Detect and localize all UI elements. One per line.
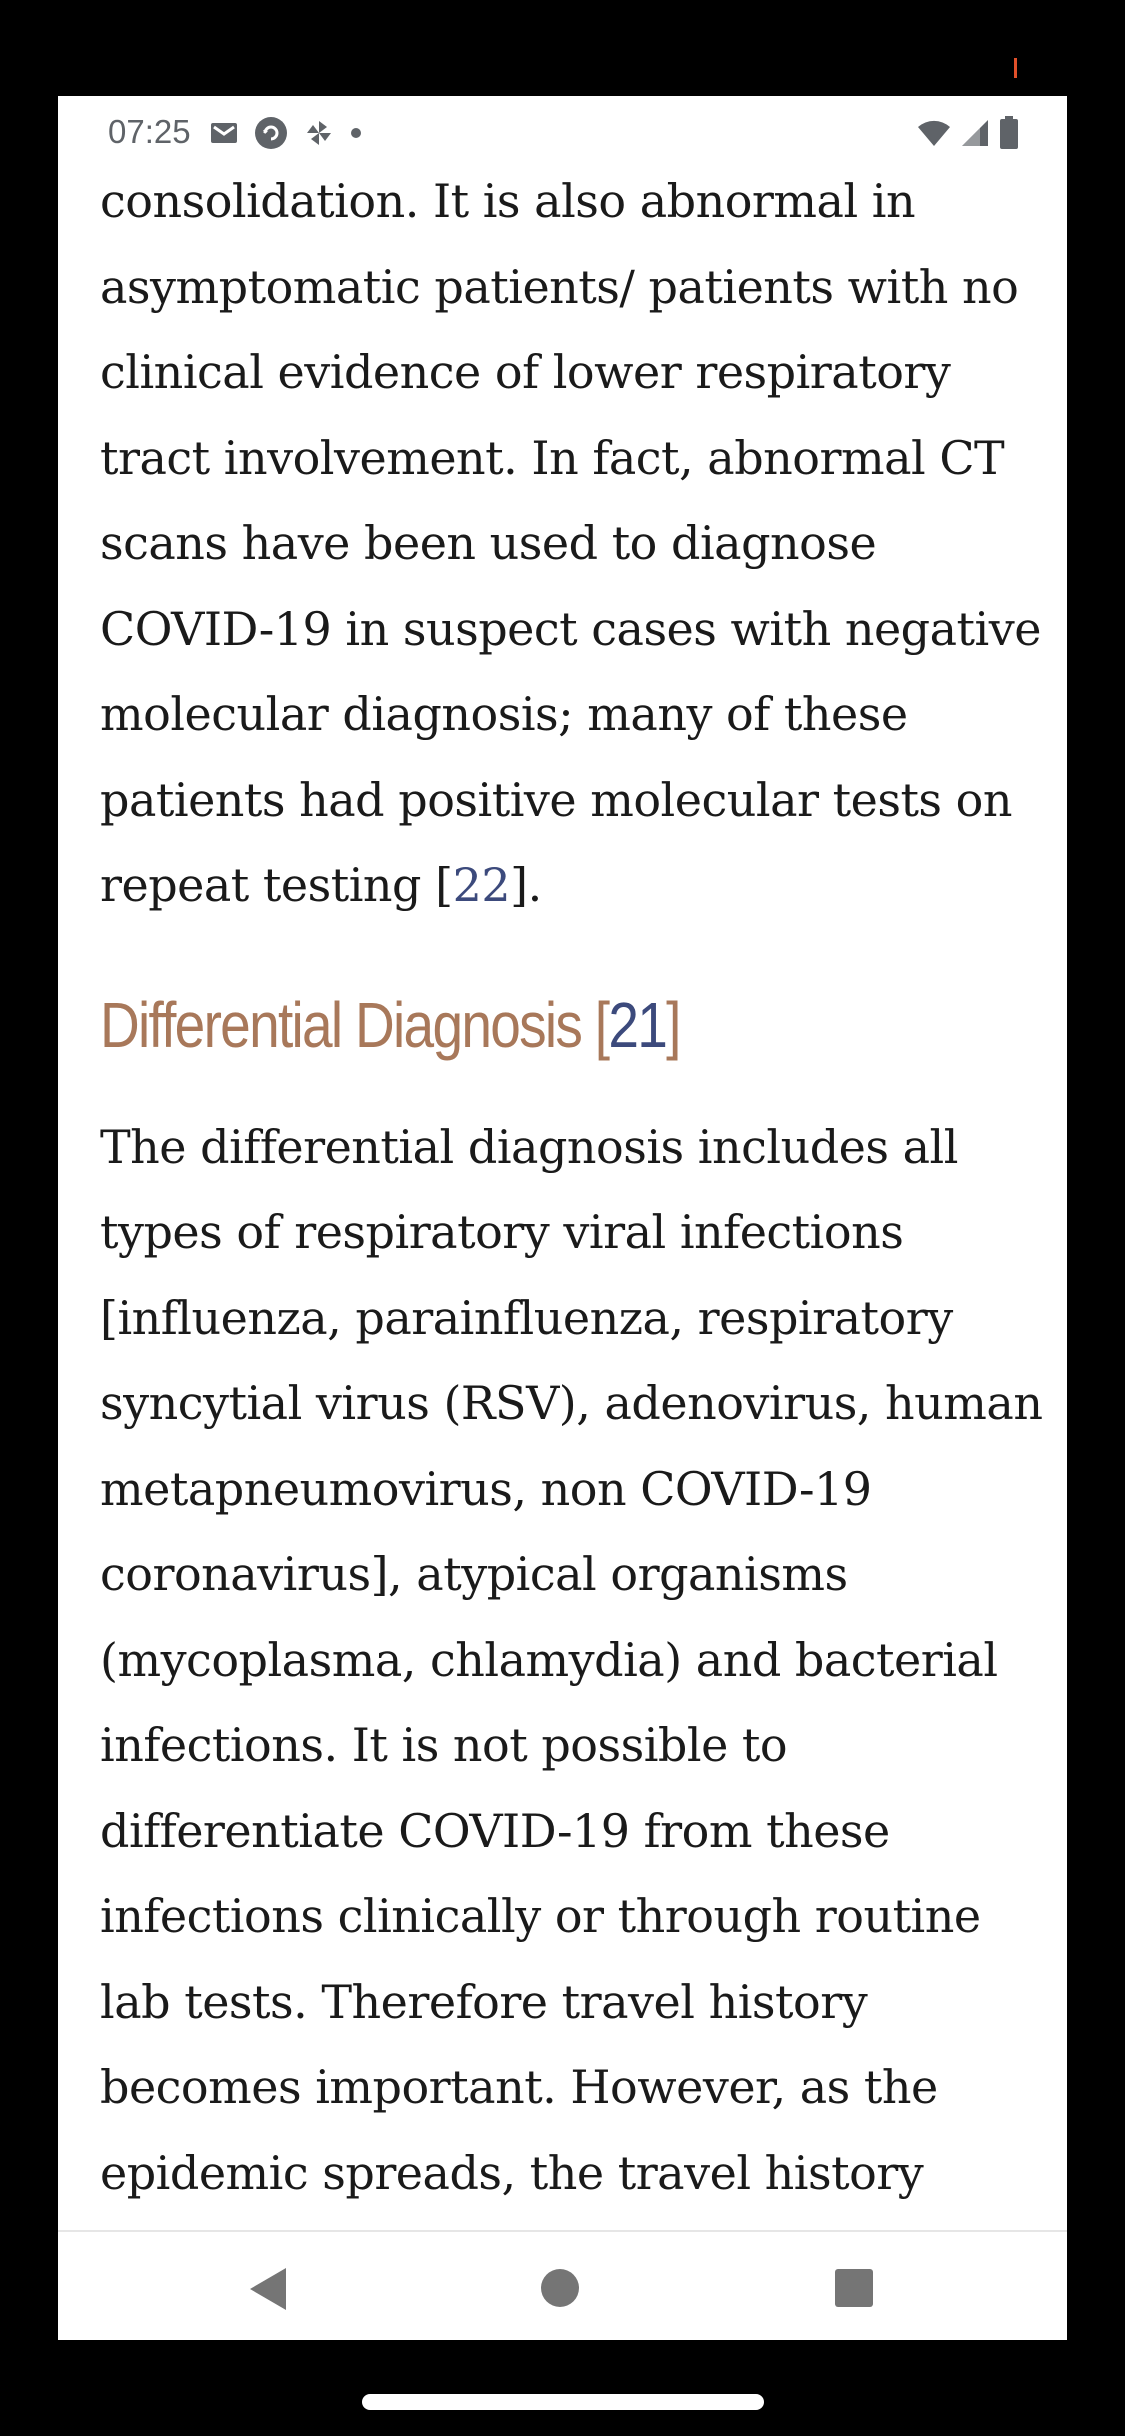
heading-text: Differential Diagnosis [ bbox=[100, 988, 610, 1061]
camera-indicator bbox=[1014, 58, 1017, 78]
paragraph-text-end: ]. bbox=[510, 858, 542, 912]
article-paragraph: The differential diagnosis includes all … bbox=[100, 1119, 1043, 2200]
status-time: 07:25 bbox=[108, 113, 191, 150]
system-status-icons bbox=[917, 113, 1019, 153]
pinwheel-icon bbox=[304, 118, 334, 148]
cellular-signal-icon bbox=[961, 119, 989, 147]
section-heading: Differential Diagnosis [21] bbox=[100, 975, 917, 1075]
status-bar: 07:25 bbox=[58, 96, 1067, 170]
article-paragraph: consolidation. It is also abnormal in as… bbox=[100, 159, 1050, 929]
article-content: consolidation. It is also abnormal in as… bbox=[100, 159, 1050, 2216]
citation-link-22[interactable]: 22 bbox=[453, 858, 511, 912]
heading-text-end: ] bbox=[666, 988, 681, 1061]
battery-icon bbox=[999, 116, 1019, 150]
recents-square-icon[interactable] bbox=[834, 2268, 874, 2308]
paragraph-text: consolidation. It is also abnormal in as… bbox=[100, 174, 1041, 912]
home-indicator-bar[interactable] bbox=[362, 2394, 764, 2410]
screen: 07:25 consolidation. It is also abnormal… bbox=[58, 96, 1067, 2340]
wifi-icon bbox=[917, 119, 951, 147]
notification-icons bbox=[210, 113, 362, 153]
home-circle-icon[interactable] bbox=[540, 2268, 580, 2308]
citation-link-21[interactable]: 21 bbox=[608, 989, 668, 1061]
gmail-icon bbox=[210, 122, 238, 144]
sync-circle-icon bbox=[254, 116, 288, 150]
back-triangle-icon[interactable] bbox=[248, 2266, 288, 2312]
device-frame: 07:25 consolidation. It is also abnormal… bbox=[0, 0, 1125, 2436]
navigation-bar bbox=[58, 2230, 1067, 2340]
notification-dot-icon bbox=[350, 127, 362, 139]
